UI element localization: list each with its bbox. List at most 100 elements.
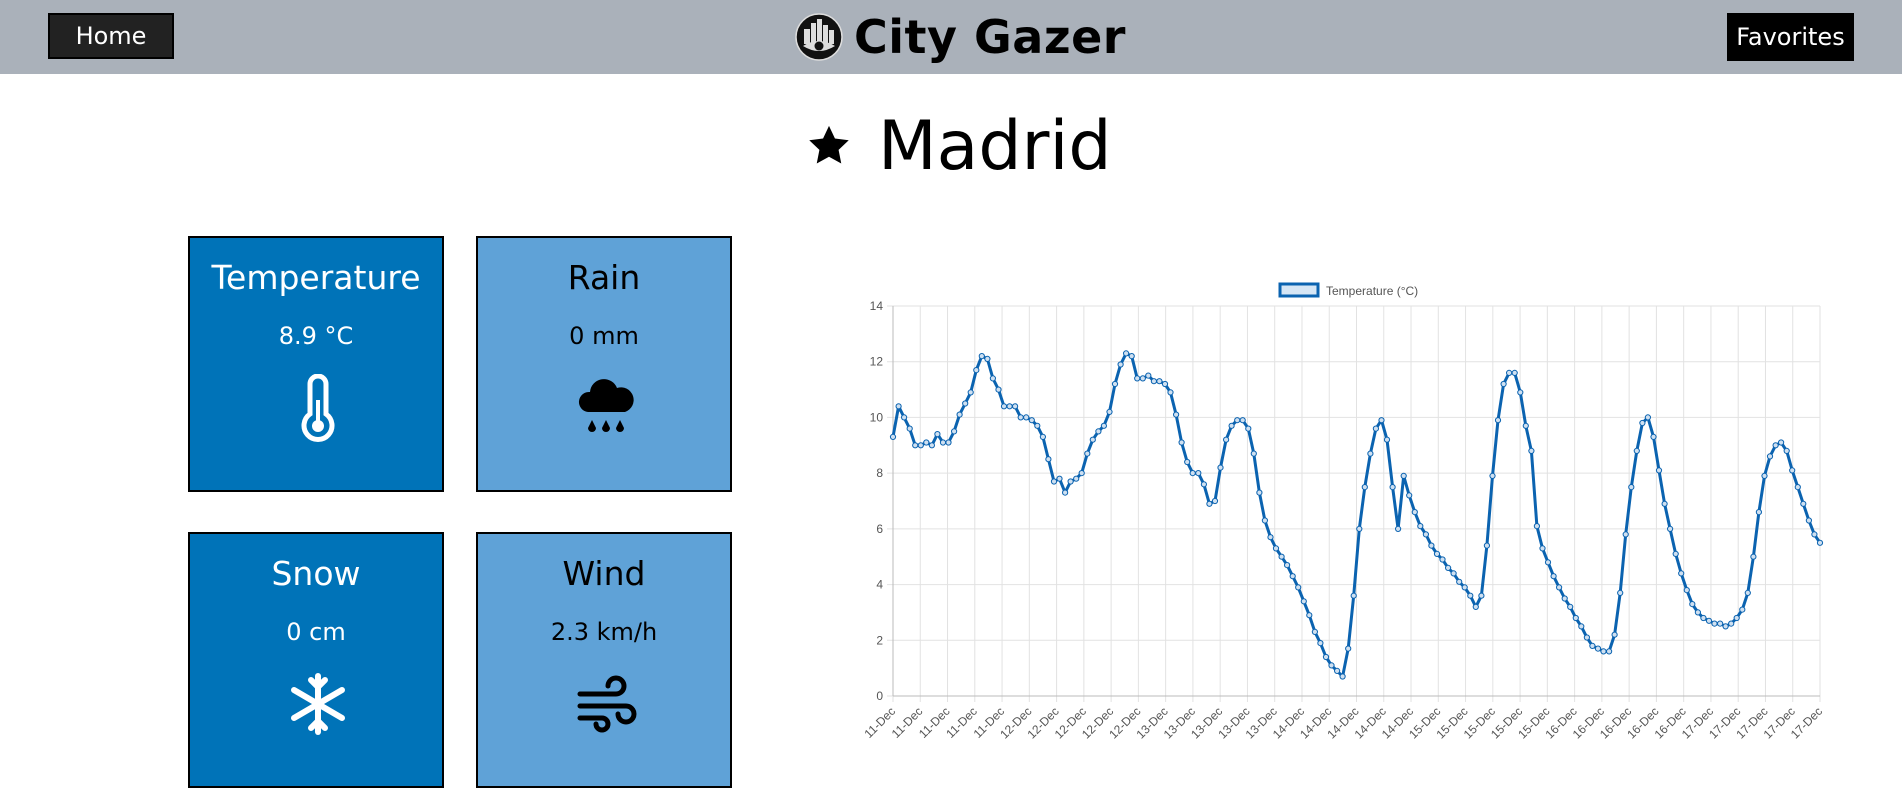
data-point <box>1084 450 1091 457</box>
data-point <box>1544 559 1552 566</box>
brand[interactable]: City Gazer <box>794 10 1126 64</box>
data-point <box>1184 458 1191 466</box>
data-point <box>1556 584 1563 591</box>
data-point <box>1805 517 1813 524</box>
data-point <box>1234 417 1241 424</box>
data-point <box>1272 545 1280 552</box>
favorites-button[interactable]: Favorites <box>1727 13 1854 61</box>
data-point <box>1095 428 1102 435</box>
rain-tile: Rain 0 mm <box>476 236 732 492</box>
data-point <box>1161 380 1169 388</box>
temperature-chart: 0 2 4 6 8 10 12 14 11-Dec 11-Dec 11-Dec 11-Dec 11-De… <box>860 270 1825 760</box>
data-point <box>1816 539 1824 546</box>
tile-title: Rain <box>567 258 641 297</box>
data-point <box>889 433 897 440</box>
city-eye-logo-icon <box>795 13 843 61</box>
data-point <box>967 389 974 396</box>
data-point <box>1356 525 1363 532</box>
thermometer-icon <box>301 374 335 442</box>
data-point <box>1772 442 1779 449</box>
data-point <box>1039 433 1046 440</box>
data-point <box>1506 369 1513 377</box>
data-point <box>1705 617 1713 624</box>
data-point <box>1289 573 1296 580</box>
tile-title: Wind <box>562 554 646 593</box>
data-point <box>1733 614 1740 622</box>
data-point <box>1045 456 1052 463</box>
data-point <box>1472 603 1479 610</box>
data-point <box>1139 375 1146 382</box>
home-button[interactable]: Home <box>48 13 174 59</box>
data-point <box>1361 484 1368 491</box>
star-icon[interactable] <box>806 123 852 169</box>
data-point <box>1522 422 1529 429</box>
tile-value: 2.3 km/h <box>550 618 658 646</box>
city-heading: Madrid <box>806 104 1112 188</box>
data-point <box>1211 497 1219 505</box>
data-point <box>1650 433 1657 440</box>
data-point <box>1483 542 1491 549</box>
data-point <box>1617 589 1624 596</box>
data-point <box>1456 578 1463 585</box>
data-point <box>1728 620 1735 627</box>
data-point <box>1422 531 1430 538</box>
data-point <box>1028 417 1035 424</box>
data-point <box>1128 353 1135 360</box>
y-tick-label: 2 <box>876 633 883 647</box>
data-point <box>1628 484 1635 491</box>
data-point <box>1078 470 1085 477</box>
data-point <box>1428 542 1435 549</box>
data-point <box>1589 642 1596 649</box>
data-point <box>928 442 936 449</box>
data-point <box>1000 403 1008 410</box>
data-point <box>1034 422 1041 429</box>
data-point <box>1672 550 1679 557</box>
data-point <box>1167 389 1174 396</box>
data-point <box>906 425 913 432</box>
data-point <box>1539 545 1546 552</box>
data-point <box>1062 489 1069 496</box>
data-point <box>934 431 941 438</box>
data-point <box>1145 372 1152 379</box>
data-point <box>1367 450 1374 457</box>
data-point <box>1411 509 1418 516</box>
tile-value: 0 mm <box>569 322 639 350</box>
data-point <box>1134 375 1141 382</box>
data-point <box>1339 673 1346 680</box>
data-point <box>1661 500 1668 507</box>
rain-cloud-icon <box>578 379 634 432</box>
y-tick-label: 0 <box>876 689 883 703</box>
data-point <box>1583 634 1591 641</box>
data-point <box>1717 620 1724 627</box>
data-point <box>901 414 908 421</box>
data-point <box>1517 389 1524 396</box>
data-point <box>1189 470 1196 477</box>
y-tick-label: 4 <box>876 578 883 592</box>
data-point <box>1100 422 1107 429</box>
data-point <box>1450 570 1457 577</box>
brand-name: City Gazer <box>854 10 1126 64</box>
data-point <box>1023 414 1030 421</box>
data-point <box>1150 378 1157 385</box>
data-point <box>1012 403 1019 410</box>
data-point <box>1173 411 1180 418</box>
data-point <box>1322 653 1330 661</box>
data-point <box>1478 592 1485 599</box>
data-point <box>956 411 963 418</box>
y-tick-label: 6 <box>876 522 883 536</box>
data-point <box>1239 417 1246 424</box>
data-point <box>1261 517 1268 524</box>
data-point <box>1156 378 1163 385</box>
legend-swatch <box>1278 282 1320 298</box>
data-point <box>962 400 969 407</box>
data-point <box>1494 417 1502 424</box>
data-point <box>1245 425 1252 432</box>
data-point <box>945 439 952 446</box>
data-point <box>1123 350 1130 357</box>
data-point <box>1755 509 1763 516</box>
data-point <box>1511 369 1518 377</box>
data-point <box>1445 564 1452 571</box>
data-point <box>1622 531 1629 538</box>
data-point <box>1006 403 1013 410</box>
legend-label: Temperature (°C) <box>1326 284 1418 298</box>
